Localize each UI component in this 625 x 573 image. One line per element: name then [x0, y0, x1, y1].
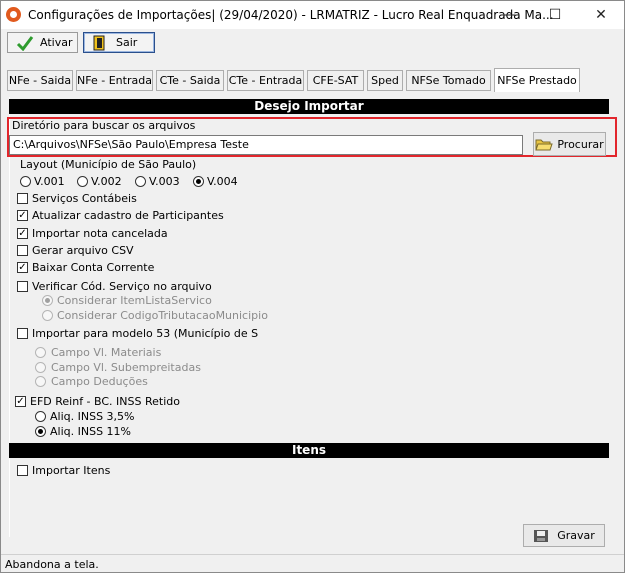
radio-v002-label: V.002 [91, 175, 122, 188]
status-bar: Abandona a tela. [1, 554, 624, 573]
baixar-conta-label: Baixar Conta Corrente [32, 261, 155, 274]
gravar-label: Gravar [557, 529, 595, 542]
servicos-contabeis-label: Serviços Contábeis [32, 192, 137, 205]
baixar-conta-checkbox[interactable]: ✓ [17, 262, 28, 273]
importar-cancelada-label: Importar nota cancelada [32, 227, 168, 240]
verificar-servico-label: Verificar Cód. Serviço no arquivo [32, 280, 212, 293]
importar-itens-checkbox[interactable] [17, 465, 28, 476]
sair-button[interactable]: Sair [83, 32, 155, 53]
radio-vl-materiais-label: Campo Vl. Materiais [51, 346, 162, 359]
radio-inss-11[interactable] [35, 426, 46, 437]
importar-modelo53-checkbox[interactable] [17, 328, 28, 339]
tab-nfe-saida[interactable]: NFe - Saida [7, 70, 73, 91]
directory-label: Diretório para buscar os arquivos [12, 119, 196, 132]
save-icon [534, 529, 549, 542]
radio-inss-35[interactable] [35, 411, 46, 422]
sair-label: Sair [116, 36, 138, 49]
importar-itens-label: Importar Itens [32, 464, 111, 477]
section-desejo-importar: Desejo Importar [9, 99, 609, 114]
ativar-label: Ativar [40, 36, 73, 49]
radio-inss-11-label: Aliq. INSS 11% [50, 425, 131, 438]
importar-modelo53-label: Importar para modelo 53 (Município de S [32, 327, 259, 340]
radio-deducoes[interactable] [35, 376, 46, 387]
checkmark-icon [16, 35, 34, 51]
radio-deducoes-label: Campo Deduções [51, 375, 148, 388]
ativar-button[interactable]: Ativar [7, 32, 78, 53]
radio-v001[interactable] [20, 176, 31, 187]
status-text: Abandona a tela. [5, 558, 99, 571]
maximize-button[interactable]: ☐ [532, 1, 578, 29]
radio-inss-35-label: Aliq. INSS 3,5% [50, 410, 135, 423]
radio-v003-label: V.003 [149, 175, 180, 188]
procurar-button[interactable]: Procurar [533, 132, 606, 156]
section-itens: Itens [9, 443, 609, 458]
radio-v004[interactable] [193, 176, 204, 187]
open-folder-icon [535, 139, 554, 151]
tab-cfe-sat[interactable]: CFE-SAT [307, 70, 364, 91]
procurar-label: Procurar [557, 137, 604, 151]
radio-vl-subempreitadas-label: Campo Vl. Subempreitadas [51, 361, 201, 374]
radio-item-lista-servico[interactable] [42, 295, 53, 306]
minimize-button[interactable]: — [486, 1, 532, 29]
radio-vl-subempreitadas[interactable] [35, 362, 46, 373]
radio-v004-label: V.004 [207, 175, 238, 188]
gerar-csv-checkbox[interactable] [17, 245, 28, 256]
radio-codigo-tributacao-label: Considerar CodigoTributacaoMunicipio [57, 309, 268, 322]
directory-input[interactable]: C:\Arquivos\NFSe\São Paulo\Empresa Teste [9, 135, 523, 155]
window-title: Configurações de Importações| (29/04/202… [28, 8, 554, 22]
layout-label: Layout (Município de São Paulo) [20, 158, 197, 171]
radio-v002[interactable] [77, 176, 88, 187]
tab-nfse-tomado[interactable]: NFSe Tomado [406, 70, 491, 91]
efd-reinf-label: EFD Reinf - BC. INSS Retido [30, 395, 180, 408]
tab-nfse-prestado[interactable]: NFSe Prestado [494, 68, 580, 92]
servicos-contabeis-checkbox[interactable] [17, 193, 28, 204]
tab-sped[interactable]: Sped [367, 70, 403, 91]
importar-cancelada-checkbox[interactable]: ✓ [17, 228, 28, 239]
radio-v003[interactable] [135, 176, 146, 187]
radio-codigo-tributacao[interactable] [42, 310, 53, 321]
radio-item-lista-servico-label: Considerar ItemListaServico [57, 294, 212, 307]
gerar-csv-label: Gerar arquivo CSV [32, 244, 134, 257]
tab-nfe-entrada[interactable]: NFe - Entrada [76, 70, 153, 91]
exit-door-icon [93, 35, 105, 50]
title-bar: Configurações de Importações| (29/04/202… [1, 1, 624, 29]
gravar-button[interactable]: Gravar [523, 524, 605, 547]
tab-cte-saida[interactable]: CTe - Saida [156, 70, 224, 91]
tab-cte-entrada[interactable]: CTe - Entrada [227, 70, 304, 91]
main-window: Configurações de Importações| (29/04/202… [0, 0, 625, 573]
efd-reinf-checkbox[interactable]: ✓ [15, 396, 26, 407]
atualizar-participantes-label: Atualizar cadastro de Participantes [32, 209, 224, 222]
app-icon [6, 7, 21, 22]
verificar-servico-checkbox[interactable] [17, 281, 28, 292]
atualizar-participantes-checkbox[interactable]: ✓ [17, 210, 28, 221]
radio-v001-label: V.001 [34, 175, 65, 188]
close-button[interactable]: ✕ [578, 1, 624, 29]
radio-vl-materiais[interactable] [35, 347, 46, 358]
